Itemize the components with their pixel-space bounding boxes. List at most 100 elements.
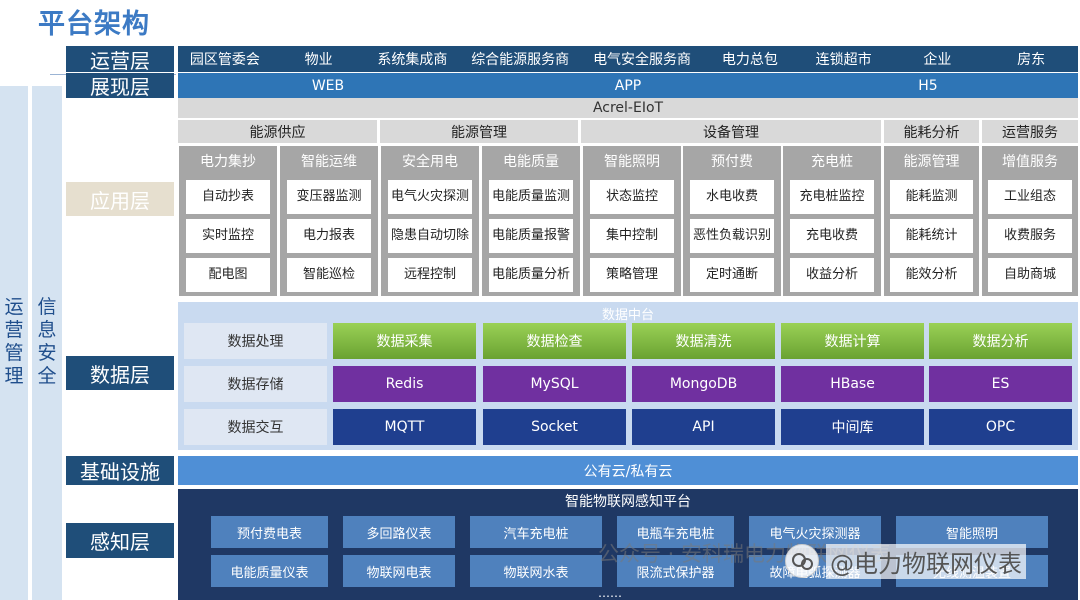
app-cell: 电能质量分析 — [489, 258, 573, 292]
perception-device: 汽车充电桩 — [470, 516, 602, 548]
operation-item: 系统集成商 — [377, 52, 448, 68]
app-cell: 变压器监测 — [287, 180, 371, 214]
data-processing-clean: 数据清洗 — [632, 323, 775, 359]
app-cell: 状态监控 — [590, 180, 674, 214]
perception-device: 多回路仪表 — [343, 516, 455, 548]
data-row-label-storage: 数据存储 — [184, 366, 327, 402]
operation-item: 电力总包 — [721, 52, 778, 68]
app-cell: 自动抄表 — [186, 180, 270, 214]
app-column-header: 智能照明 — [583, 146, 681, 176]
app-column-safe-electricity: 安全用电 电气火灾探测 隐患自动切除 远程控制 — [381, 146, 479, 296]
data-row-label-interaction: 数据交互 — [184, 409, 327, 445]
category-equipment-management: 设备管理 — [581, 120, 881, 143]
app-cell: 充电桩监控 — [790, 180, 874, 214]
app-column-header: 能源管理 — [884, 146, 979, 176]
category-energy-management: 能源管理 — [380, 120, 578, 143]
app-column-header: 充电桩 — [783, 146, 881, 176]
app-cell: 智能巡检 — [287, 258, 371, 292]
presentation-bar: WEB APP H5 — [178, 73, 1078, 98]
page-title: 平台架构 — [38, 9, 150, 40]
layer-label-perception: 感知层 — [66, 523, 174, 558]
category-energy-supply: 能源供应 — [178, 120, 377, 143]
operation-bar: 园区管委会 物业 系统集成商 综合能源服务商 电气安全服务商 电力总包 连锁超市… — [178, 46, 1078, 72]
app-cell: 能耗统计 — [890, 219, 973, 253]
app-cell: 收益分析 — [790, 258, 874, 292]
app-cell: 水电收费 — [690, 180, 774, 214]
app-cell: 电气火灾探测 — [388, 180, 472, 214]
category-energy-analysis: 能耗分析 — [884, 120, 979, 143]
perception-device: 预付费电表 — [211, 516, 328, 548]
app-column-header: 增值服务 — [982, 146, 1078, 176]
app-cell: 实时监控 — [186, 219, 270, 253]
app-column-header: 安全用电 — [381, 146, 479, 176]
data-interaction-mqtt: MQTT — [333, 409, 476, 445]
watermark-main: @电力物联网仪表 — [826, 544, 1026, 579]
app-column-prepaid: 预付费 水电收费 恶性负载识别 定时通断 — [683, 146, 781, 296]
data-interaction-middle-db: 中间库 — [781, 409, 924, 445]
app-cell: 收费服务 — [988, 219, 1072, 253]
perception-device: 电能质量仪表 — [211, 555, 328, 587]
badge-glyph-icon — [792, 553, 813, 570]
data-storage-mysql: MySQL — [483, 366, 626, 402]
app-cell: 远程控制 — [388, 258, 472, 292]
presentation-item-h5: H5 — [918, 77, 938, 94]
app-column-smart-om: 智能运维 变压器监测 电力报表 智能巡检 — [280, 146, 378, 296]
data-row-label-processing: 数据处理 — [184, 323, 327, 359]
data-processing-check: 数据检查 — [483, 323, 626, 359]
operation-item: 连锁超市 — [815, 52, 872, 68]
info-security-side-label: 信 息 安 全 — [32, 86, 62, 600]
operation-item: 园区管委会 — [189, 52, 260, 68]
app-cell: 充电收费 — [790, 219, 874, 253]
app-cell: 工业组态 — [988, 180, 1072, 214]
app-cell: 电能质量报警 — [489, 219, 573, 253]
app-cell: 能效分析 — [890, 258, 973, 292]
perception-device: 物联网水表 — [470, 555, 602, 587]
app-cell: 自助商城 — [988, 258, 1072, 292]
operation-item: 企业 — [923, 52, 952, 68]
operation-item: 电气安全服务商 — [593, 52, 692, 68]
data-interaction-socket: Socket — [483, 409, 626, 445]
operation-item: 综合能源服务商 — [471, 52, 570, 68]
app-column-smart-lighting: 智能照明 状态监控 集中控制 策略管理 — [583, 146, 681, 296]
data-interaction-opc: OPC — [929, 409, 1072, 445]
data-middle-platform-header: 数据中台 — [601, 307, 654, 323]
perception-ellipsis: …… — [598, 586, 622, 600]
app-column-energy-management: 能源管理 能耗监测 能耗统计 能效分析 — [884, 146, 979, 296]
app-cell: 恶性负载识别 — [690, 219, 774, 253]
app-cell: 策略管理 — [590, 258, 674, 292]
presentation-item-web: WEB — [311, 77, 345, 94]
app-cell: 电力报表 — [287, 219, 371, 253]
data-processing-collect: 数据采集 — [333, 323, 476, 359]
layer-label-presentation: 展现层 — [66, 73, 174, 99]
data-processing-compute: 数据计算 — [781, 323, 924, 359]
app-cell: 隐患自动切除 — [388, 219, 472, 253]
data-storage-es: ES — [929, 366, 1072, 402]
data-processing-analyze: 数据分析 — [929, 323, 1072, 359]
layer-label-data: 数据层 — [66, 356, 174, 390]
app-column-header: 预付费 — [683, 146, 781, 176]
app-column-value-added: 增值服务 工业组态 收费服务 自助商城 — [982, 146, 1078, 296]
infrastructure-bar: 公有云/私有云 — [178, 456, 1078, 485]
perception-platform-header: 智能物联网感知平台 — [565, 494, 691, 510]
perception-device: 物联网电表 — [343, 555, 455, 587]
app-cell: 配电图 — [186, 258, 270, 292]
category-operation-service: 运营服务 — [982, 120, 1078, 143]
platform-header: Acrel-EIoT — [178, 98, 1078, 118]
app-column-power-meter-reading: 电力集抄 自动抄表 实时监控 配电图 — [179, 146, 277, 296]
data-interaction-api: API — [632, 409, 775, 445]
layer-label-application: 应用层 — [66, 182, 174, 216]
ops-management-side-label: 运 营 管 理 — [0, 86, 28, 600]
app-column-header: 电能质量 — [482, 146, 580, 176]
data-storage-mongodb: MongoDB — [632, 366, 775, 402]
app-column-charging-pile: 充电桩 充电桩监控 充电收费 收益分析 — [783, 146, 881, 296]
operation-item: 房东 — [1017, 52, 1046, 68]
data-storage-redis: Redis — [333, 366, 476, 402]
app-cell: 定时通断 — [690, 258, 774, 292]
layer-label-operation: 运营层 — [66, 46, 174, 73]
watermark-badge-icon — [785, 544, 819, 578]
app-cell: 集中控制 — [590, 219, 674, 253]
app-cell: 电能质量监测 — [489, 180, 573, 214]
app-cell: 能耗监测 — [890, 180, 973, 214]
presentation-item-app: APP — [614, 77, 642, 94]
app-column-power-quality: 电能质量 电能质量监测 电能质量报警 电能质量分析 — [482, 146, 580, 296]
